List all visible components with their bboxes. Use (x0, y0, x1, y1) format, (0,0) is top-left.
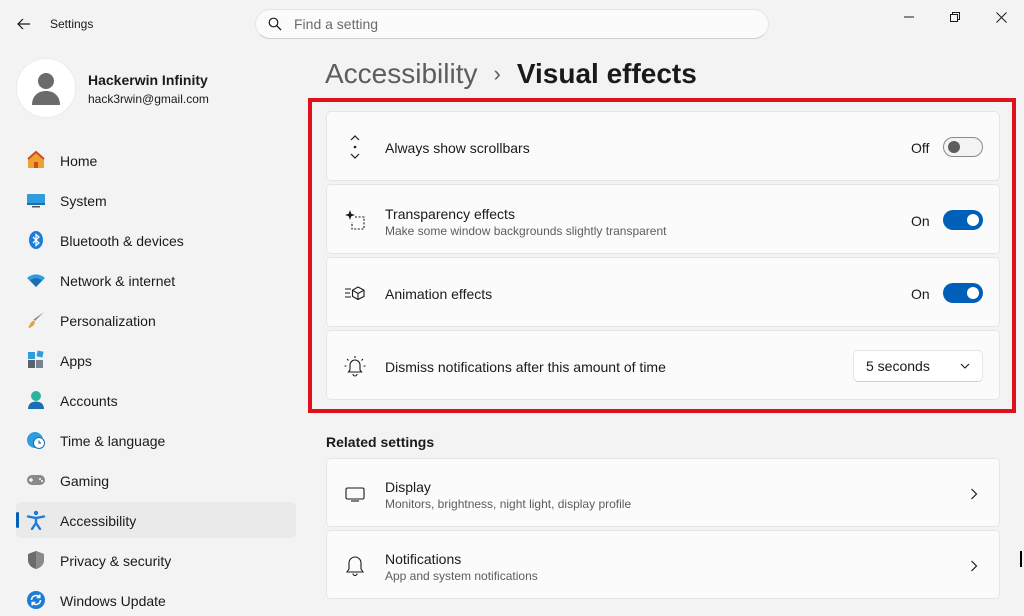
globe-clock-icon (26, 430, 46, 450)
gamepad-icon (26, 470, 46, 490)
breadcrumb-separator: › (493, 61, 501, 86)
profile-email: hack3rwin@gmail.com (88, 92, 209, 106)
page-title: Visual effects (516, 58, 697, 89)
sidebar-item-label: Windows Update (60, 593, 166, 609)
sidebar-item-gaming[interactable]: Gaming (16, 462, 296, 498)
wifi-icon (26, 270, 46, 290)
sidebar-nav: Home System Bluetooth & devices Network … (16, 142, 296, 616)
search-input[interactable] (294, 16, 734, 32)
related-subtitle: App and system notifications (385, 569, 538, 583)
chevron-right-icon (967, 487, 981, 501)
bell-icon (343, 553, 367, 577)
search-box[interactable] (255, 9, 769, 39)
avatar (16, 58, 76, 118)
animation-icon (343, 281, 367, 305)
minimize-button[interactable] (886, 4, 932, 30)
close-button[interactable] (978, 4, 1024, 30)
setting-card-scrollbars: Always show scrollbars Off (326, 111, 1000, 181)
sidebar-item-home[interactable]: Home (16, 142, 296, 178)
shield-icon (26, 550, 46, 570)
sidebar-item-label: Gaming (60, 473, 110, 489)
related-title: Display (385, 479, 431, 495)
user-profile[interactable]: Hackerwin Infinity hack3rwin@gmail.com (16, 56, 296, 120)
update-icon (26, 590, 46, 610)
breadcrumb: Accessibility › Visual effects (325, 58, 697, 90)
accessibility-icon (26, 510, 46, 530)
sidebar-item-label: Apps (60, 353, 92, 369)
toggle-state-label: On (911, 286, 930, 302)
sidebar-item-accessibility[interactable]: Accessibility (16, 502, 296, 538)
setting-card-notification-timeout: Dismiss notifications after this amount … (326, 330, 1000, 400)
restore-icon (950, 12, 960, 22)
related-notifications-card[interactable]: Notifications App and system notificatio… (326, 530, 1000, 599)
breadcrumb-parent[interactable]: Accessibility (325, 58, 477, 90)
apps-icon (26, 350, 46, 370)
close-icon (995, 11, 1007, 23)
person-icon (32, 73, 60, 105)
setting-title: Transparency effects (385, 206, 515, 222)
related-settings-heading: Related settings (326, 434, 435, 450)
sidebar-item-windows-update[interactable]: Windows Update (16, 582, 296, 616)
accounts-icon (26, 390, 46, 410)
toggle-state-label: On (911, 213, 930, 229)
system-icon (26, 190, 46, 210)
sidebar-item-bluetooth[interactable]: Bluetooth & devices (16, 222, 296, 258)
setting-title: Dismiss notifications after this amount … (385, 359, 666, 375)
sidebar-item-label: Personalization (60, 313, 156, 329)
bluetooth-icon (26, 230, 46, 250)
monitor-icon (343, 482, 367, 506)
related-title: Notifications (385, 551, 462, 567)
back-arrow-icon (17, 18, 30, 30)
app-title: Settings (50, 17, 94, 31)
title-bar: Settings (0, 0, 1024, 48)
restore-button[interactable] (932, 4, 978, 30)
chevron-right-icon (967, 559, 981, 573)
toggle-knob (967, 214, 979, 226)
back-button[interactable] (12, 12, 36, 36)
sidebar-item-privacy[interactable]: Privacy & security (16, 542, 296, 578)
text-cursor (1020, 551, 1022, 567)
sidebar-item-network[interactable]: Network & internet (16, 262, 296, 298)
sidebar-item-label: Time & language (60, 433, 166, 449)
sidebar-item-label: Accounts (60, 393, 118, 409)
related-display-card[interactable]: Display Monitors, brightness, night ligh… (326, 458, 1000, 527)
setting-card-animation: Animation effects On (326, 257, 1000, 327)
sidebar-item-system[interactable]: System (16, 182, 296, 218)
toggle-knob (948, 141, 960, 153)
sidebar-item-label: Home (60, 153, 98, 169)
setting-card-transparency: Transparency effects Make some window ba… (326, 184, 1000, 254)
related-subtitle: Monitors, brightness, night light, displ… (385, 497, 632, 511)
sidebar-item-time-language[interactable]: Time & language (16, 422, 296, 458)
minimize-icon (904, 16, 914, 18)
brush-icon (26, 310, 46, 330)
home-icon (26, 150, 46, 170)
animation-toggle[interactable] (943, 283, 983, 303)
transparency-icon (343, 208, 367, 232)
sidebar-item-label: Privacy & security (60, 553, 172, 569)
setting-subtitle: Make some window backgrounds slightly tr… (385, 224, 667, 238)
notification-timeout-dropdown[interactable]: 5 seconds (853, 350, 983, 382)
sidebar-item-apps[interactable]: Apps (16, 342, 296, 378)
toggle-state-label: Off (911, 140, 930, 156)
chevron-down-icon (960, 363, 970, 369)
sidebar-item-personalization[interactable]: Personalization (16, 302, 296, 338)
scrollbar-arrows-icon (343, 135, 367, 159)
sidebar-item-label: System (60, 193, 107, 209)
search-icon (268, 17, 282, 31)
sidebar-item-label: Bluetooth & devices (60, 233, 184, 249)
setting-title: Animation effects (385, 286, 493, 302)
notification-bell-icon (343, 354, 367, 378)
sidebar-item-accounts[interactable]: Accounts (16, 382, 296, 418)
sidebar-item-label: Network & internet (60, 273, 176, 289)
setting-title: Always show scrollbars (385, 140, 530, 156)
scrollbars-toggle[interactable] (943, 137, 983, 157)
transparency-toggle[interactable] (943, 210, 983, 230)
profile-name: Hackerwin Infinity (88, 72, 208, 88)
sidebar-item-label: Accessibility (60, 513, 137, 529)
dropdown-selected-value: 5 seconds (866, 358, 930, 374)
toggle-knob (967, 287, 979, 299)
